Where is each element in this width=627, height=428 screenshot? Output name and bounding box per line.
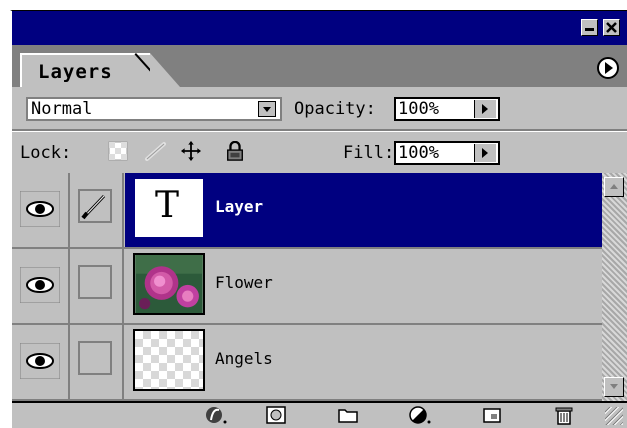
fill-value: 100% [398,143,439,163]
link-brush-icon[interactable] [78,189,112,223]
tab-layers-label: Layers [38,61,113,83]
blend-row: Normal Opacity: 100% [12,87,627,129]
transparent-thumbnail [133,329,205,391]
layers-palette: Layers Normal Opacity: 100% Lock: Fill: … [10,10,627,428]
link-empty-box[interactable] [78,341,112,375]
fill-field[interactable]: 100% [394,141,500,165]
opacity-label: Opacity: [294,99,376,119]
opacity-value: 100% [398,99,439,119]
palette-menu-icon[interactable] [597,57,619,79]
layer-name: Flower [215,273,273,292]
lock-label: Lock: [20,143,72,163]
trash-icon[interactable] [552,405,576,425]
bottom-toolbar [12,401,627,428]
vertical-scrollbar[interactable] [602,173,627,401]
eye-visibility-icon[interactable] [20,267,60,303]
eye-visibility-icon[interactable] [20,343,60,379]
layer-name: Layer [215,197,264,216]
tab-strip: Layers [12,45,627,88]
layer-main-layer[interactable]: T Layer [125,173,602,247]
text-layer-t-icon: T [155,185,180,226]
minimize-icon[interactable] [581,19,598,36]
lock-position-move-icon[interactable] [180,141,202,161]
layer-style-icon[interactable] [204,405,228,425]
lock-row: Lock: Fill: 100% [12,131,627,173]
opacity-field[interactable]: 100% [394,97,500,121]
opacity-slider-arrow-icon[interactable] [474,100,496,118]
close-icon[interactable] [603,19,620,36]
lock-all-padlock-icon[interactable] [224,141,246,161]
layer-main-flower[interactable]: Flower [125,249,602,323]
new-layer-icon[interactable] [480,405,504,425]
layer-row-layer[interactable]: T Layer [12,173,602,249]
scroll-down-arrow-icon[interactable] [604,377,624,397]
fill-label: Fill: [343,143,395,163]
lock-transparency-icon[interactable] [108,141,128,161]
eye-visibility-icon[interactable] [20,191,60,227]
layer-main-angels[interactable]: Angels [125,325,602,399]
title-bar[interactable] [12,11,627,45]
scroll-up-arrow-icon[interactable] [604,177,624,197]
layers-list: T Layer Flower Angels [12,173,602,401]
link-empty-box[interactable] [78,265,112,299]
lock-image-brush-icon[interactable] [144,141,170,161]
resize-grip-icon[interactable] [605,407,623,425]
fill-slider-arrow-icon[interactable] [474,144,496,162]
mask-icon[interactable] [264,405,288,425]
tab-layers[interactable]: Layers [20,53,180,88]
layer-name: Angels [215,349,273,368]
blend-mode-value: Normal [31,99,93,119]
adjustment-layer-icon[interactable] [408,405,432,425]
chevron-down-icon[interactable] [258,101,276,117]
layer-row-flower[interactable]: Flower [12,249,602,325]
flower-thumbnail-image [133,253,205,315]
layer-thumbnail: T [133,177,205,239]
layer-row-angels[interactable]: Angels [12,325,602,401]
new-set-folder-icon[interactable] [336,405,360,425]
blend-mode-select[interactable]: Normal [26,97,282,121]
